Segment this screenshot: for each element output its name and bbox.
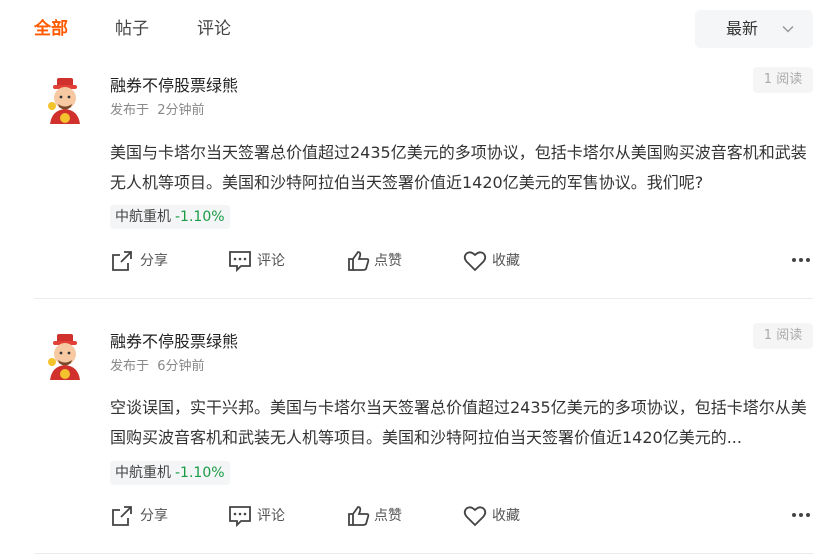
stock-tag[interactable]: 中航重机 -1.10%: [110, 461, 230, 485]
share-icon: [112, 251, 132, 271]
collect-label: 收藏: [492, 253, 520, 269]
more-options-icon[interactable]: [789, 505, 813, 525]
sort-selected: 最新: [726, 19, 759, 38]
collect-button[interactable]: 收藏: [463, 503, 533, 529]
stock-change: -1.10%: [175, 209, 225, 225]
like-button[interactable]: 点赞: [347, 248, 417, 274]
heart-icon: [463, 506, 487, 527]
share-label: 分享: [140, 508, 168, 524]
chevron-down-icon: [782, 25, 794, 33]
share-label: 分享: [140, 253, 168, 269]
like-label: 点赞: [374, 253, 402, 269]
author-name[interactable]: 融券不停股票绿熊: [110, 76, 238, 96]
tab-all[interactable]: 全部: [34, 18, 68, 40]
post-time: 发布于 6分钟前: [110, 359, 205, 374]
stock-name: 中航重机: [115, 465, 171, 481]
comment-label: 评论: [257, 253, 285, 269]
heart-icon: [463, 251, 487, 272]
like-label: 点赞: [374, 508, 402, 524]
stock-change: -1.10%: [175, 465, 225, 481]
comment-icon: [229, 251, 251, 273]
collect-button[interactable]: 收藏: [463, 248, 533, 274]
avatar[interactable]: [40, 332, 90, 382]
stock-name: 中航重机: [115, 209, 171, 225]
thumbs-up-icon: [348, 251, 370, 271]
divider: [34, 553, 813, 554]
comment-button[interactable]: 评论: [228, 503, 298, 529]
share-button[interactable]: 分享: [110, 503, 180, 529]
read-count-badge: 1 阅读: [753, 323, 813, 349]
stock-tag[interactable]: 中航重机 -1.10%: [110, 205, 230, 229]
share-button[interactable]: 分享: [110, 248, 180, 274]
divider: [34, 298, 813, 299]
like-button[interactable]: 点赞: [347, 503, 417, 529]
more-options-icon[interactable]: [789, 250, 813, 270]
comment-button[interactable]: 评论: [228, 248, 298, 274]
sort-dropdown[interactable]: 最新: [695, 10, 813, 48]
collect-label: 收藏: [492, 508, 520, 524]
comment-icon: [229, 506, 251, 528]
tab-posts[interactable]: 帖子: [115, 18, 149, 40]
thumbs-up-icon: [348, 506, 370, 526]
avatar[interactable]: [40, 76, 90, 126]
filter-tabs: 全部 帖子 评论 最新: [0, 0, 840, 58]
read-count-badge: 1 阅读: [753, 67, 813, 93]
author-name[interactable]: 融券不停股票绿熊: [110, 332, 238, 352]
share-icon: [112, 506, 132, 526]
comment-label: 评论: [257, 508, 285, 524]
tab-comments[interactable]: 评论: [197, 18, 231, 40]
post-time: 发布于 2分钟前: [110, 103, 205, 118]
post-body[interactable]: 空谈误国，实干兴邦。美国与卡塔尔当天签署总价值超过2435亿美元的多项协议，包括…: [110, 393, 815, 453]
post-body[interactable]: 美国与卡塔尔当天签署总价值超过2435亿美元的多项协议，包括卡塔尔从美国购买波音…: [110, 138, 815, 198]
